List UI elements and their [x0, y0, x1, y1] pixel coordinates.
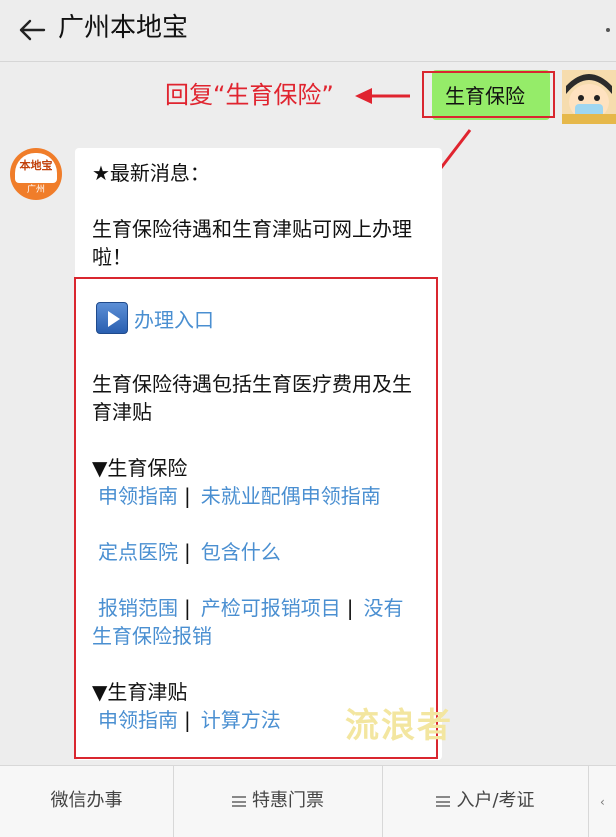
summary-line: 育津贴 [92, 400, 152, 424]
annotation-hint: 回复“生育保险” [165, 81, 334, 109]
section-allowance-heading: ▼生育津贴 [92, 680, 188, 704]
menu-icon [232, 796, 246, 807]
cartoon-avatar-icon [562, 70, 616, 124]
link-separator: | [184, 540, 191, 564]
menu-item-discount-tickets[interactable]: 特惠门票 [174, 765, 382, 837]
bot-logo-text: 本地宝 [19, 159, 53, 172]
no-insurance-link[interactable]: 生育保险报销 [92, 622, 212, 650]
user-message-text: 生育保险 [445, 84, 525, 108]
insurance-links-row-3: 报销范围 | 产检可报销项目 | 没有 [92, 594, 404, 622]
user-avatar[interactable] [562, 70, 616, 124]
menu-divider [588, 765, 589, 837]
watermark: 流浪者 [345, 706, 453, 746]
link-separator: | [184, 596, 191, 620]
keyboard-toggle-icon[interactable]: ‹ [600, 795, 605, 809]
section-insurance-heading: ▼生育保险 [92, 456, 188, 480]
no-insurance-link[interactable]: 没有 [364, 596, 404, 620]
coverage-link[interactable]: 包含什么 [201, 540, 281, 564]
summary-line: 生育保险待遇包括生育医疗费用及生 [92, 372, 412, 396]
bot-logo-city: 广州 [26, 185, 45, 195]
link-separator: | [346, 596, 354, 620]
menu-icon [436, 796, 451, 807]
menu-item-wechat-services[interactable]: 微信办事 [0, 765, 173, 837]
chat-title: 广州本地宝 [58, 13, 189, 43]
insurance-links-row-1: 申领指南 | 未就业配偶申领指南 [92, 482, 381, 510]
insurance-guide-link[interactable]: 申领指南 [98, 484, 178, 508]
message-intro-line: 啦！ [92, 245, 132, 269]
spouse-guide-link[interactable]: 未就业配偶申领指南 [201, 484, 381, 508]
menu-item-label: 微信办事 [50, 790, 123, 811]
play-icon[interactable] [96, 302, 128, 334]
message-headline: ★最新消息： [92, 161, 210, 185]
link-separator: | [184, 484, 191, 508]
scope-link[interactable]: 报销范围 [98, 596, 178, 620]
allowance-links-row: 申领指南 | 计算方法 [92, 706, 281, 734]
menu-item-household-exams[interactable]: 入户/考证 [383, 765, 588, 837]
hospitals-link[interactable]: 定点医院 [98, 540, 178, 564]
insurance-links-row-2: 定点医院 | 包含什么 [92, 538, 281, 566]
allowance-guide-link[interactable]: 申领指南 [98, 708, 178, 732]
message-intro-line: 生育保险待遇和生育津贴可网上办理 [92, 217, 412, 241]
more-dots-icon[interactable] [606, 28, 610, 32]
back-arrow-icon[interactable] [14, 12, 50, 48]
entry-link[interactable]: 办理入口 [134, 306, 214, 334]
link-separator: | [184, 708, 191, 732]
menu-item-label: 入户/考证 [456, 790, 535, 811]
bot-avatar[interactable]: 本地宝 广州 [10, 148, 62, 200]
calculation-link[interactable]: 计算方法 [201, 708, 281, 732]
menu-item-label: 特惠门票 [252, 790, 324, 811]
prenatal-link[interactable]: 产检可报销项目 [201, 596, 341, 620]
